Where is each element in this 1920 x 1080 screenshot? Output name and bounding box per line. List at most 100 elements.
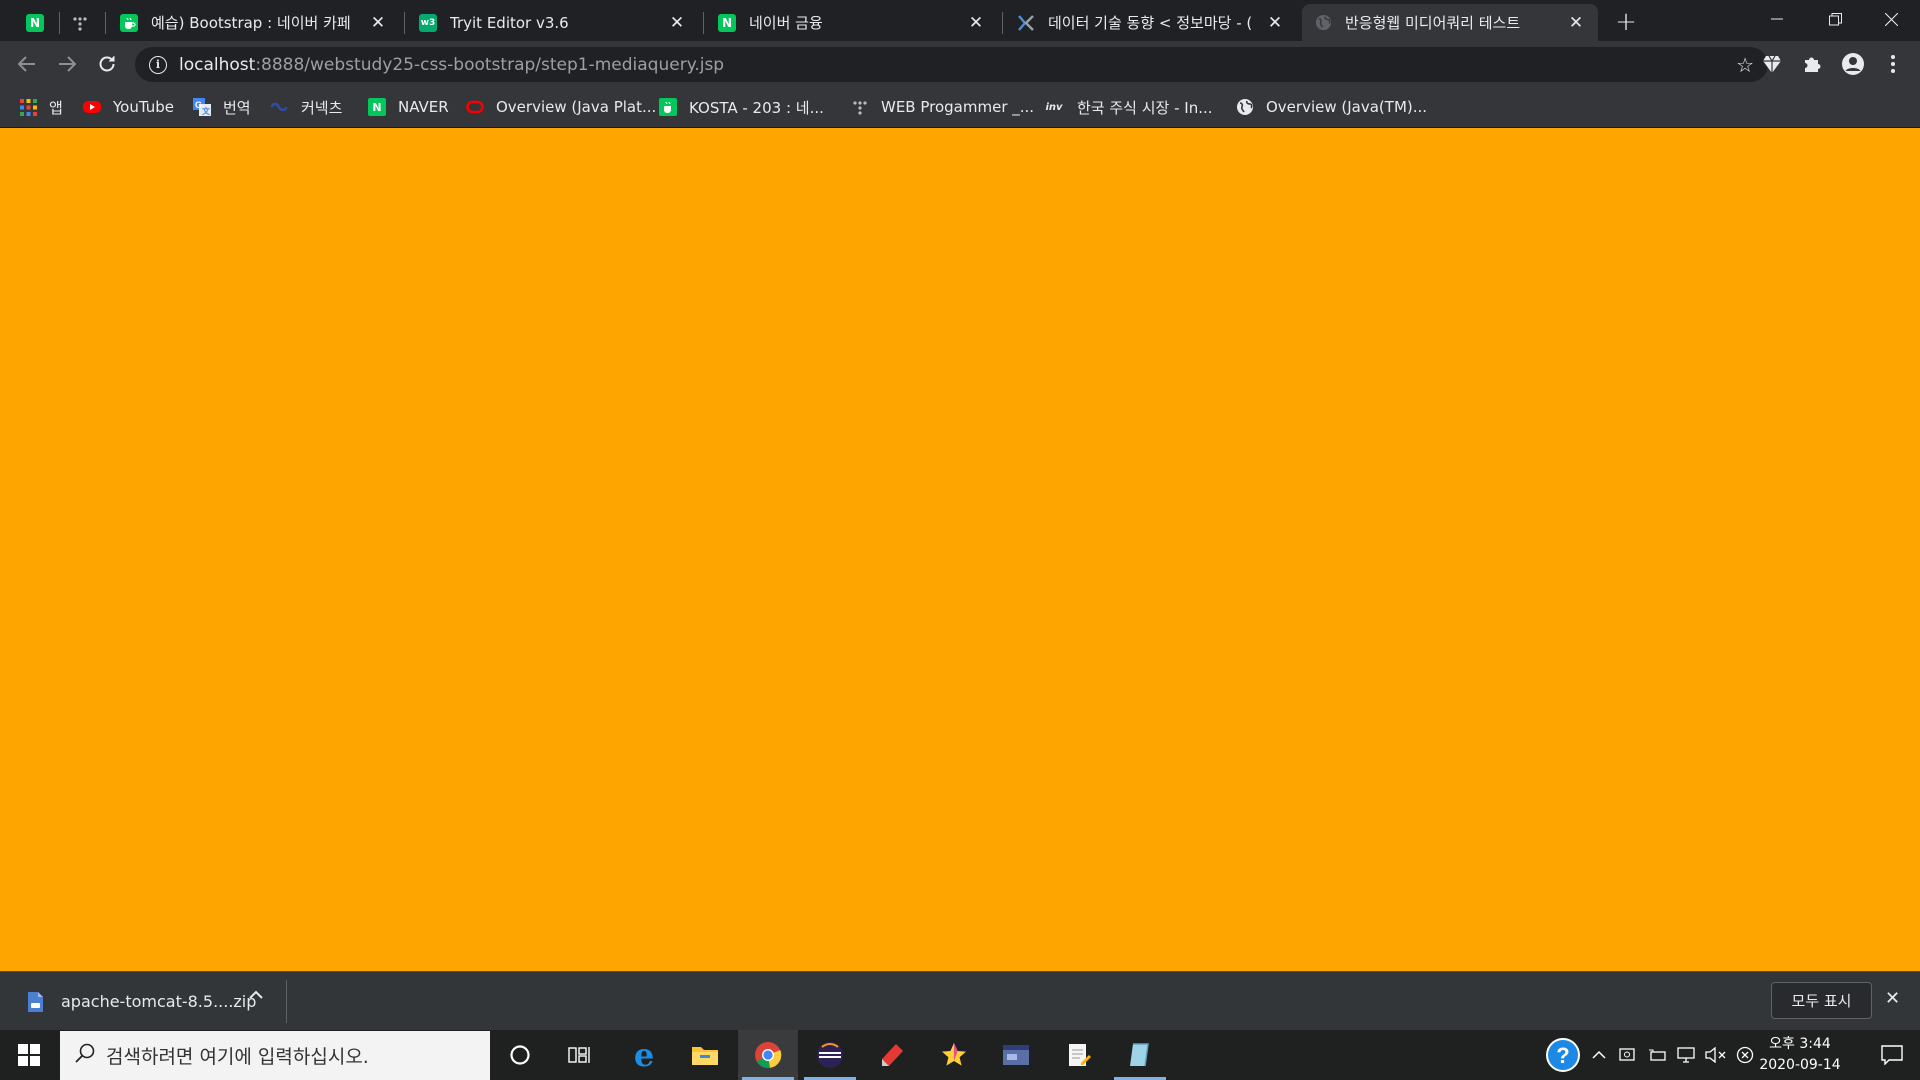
bookmark-java-platform[interactable]: Overview (Java Plat...	[466, 93, 656, 121]
svg-text:文: 文	[202, 106, 211, 116]
minimize-button[interactable]	[1748, 0, 1806, 38]
naver-cafe-icon	[659, 98, 677, 116]
task-view-icon	[568, 1047, 590, 1063]
notification-icon	[1881, 1045, 1903, 1065]
taskbar-chrome[interactable]	[738, 1030, 798, 1080]
tab-tryit-editor[interactable]: w3 Tryit Editor v3.6 ✕	[407, 4, 699, 41]
tab-separator	[404, 12, 405, 34]
taskbar-app-tablet[interactable]	[1110, 1030, 1170, 1080]
close-tab-icon[interactable]: ✕	[667, 13, 687, 33]
tray-app-icon[interactable]	[1616, 1030, 1640, 1080]
tab-separator	[59, 12, 60, 34]
search-placeholder: 검색하려면 여기에 입력하십시오.	[106, 1046, 369, 1068]
start-button[interactable]	[0, 1030, 58, 1080]
extensions-puzzle-icon[interactable]	[1796, 48, 1828, 80]
bookmark-apps[interactable]: 앱	[19, 93, 63, 121]
folder-icon	[692, 1047, 718, 1065]
download-filename[interactable]: apache-tomcat-8.5....zip	[61, 992, 256, 1011]
extension-diamond-icon[interactable]	[1756, 48, 1788, 80]
globe-icon	[1314, 14, 1332, 32]
bookmark-label: 앱	[49, 98, 63, 117]
cortana-button[interactable]	[490, 1030, 550, 1080]
download-shelf: apache-tomcat-8.5....zip 모두 표시 ✕	[0, 971, 1920, 1030]
bookmark-web-programmer[interactable]: WEB Progammer _...	[851, 93, 1034, 121]
bookmark-star-icon[interactable]: ☆	[1736, 53, 1754, 77]
network-tray-button[interactable]	[1675, 1030, 1699, 1080]
restore-button[interactable]	[1806, 0, 1864, 38]
tab-pinned-dots[interactable]	[61, 4, 99, 41]
clock-time: 오후 3:44	[1769, 1036, 1831, 1052]
tab-separator	[105, 12, 106, 34]
taskbar-app-star[interactable]	[924, 1030, 984, 1080]
action-center-button[interactable]	[1864, 1030, 1920, 1080]
naver-icon: N	[368, 98, 386, 116]
site-info-icon[interactable]: i	[149, 55, 167, 74]
tab-datatech[interactable]: 데이터 기술 동향 < 정보마당 - ( ✕	[1005, 4, 1297, 41]
taskbar-search-box[interactable]: 검색하려면 여기에 입력하십시오.	[60, 1031, 490, 1080]
zip-file-icon	[25, 991, 45, 1013]
taskbar-app-red[interactable]	[862, 1030, 922, 1080]
bookmark-translate[interactable]: G文 번역	[193, 93, 251, 121]
windows-logo-icon	[18, 1044, 40, 1066]
close-tab-icon[interactable]: ✕	[368, 13, 388, 33]
url-text[interactable]: localhost:8888/webstudy25-css-bootstrap/…	[179, 55, 724, 75]
chevron-up-icon[interactable]	[249, 988, 263, 1004]
shelf-divider	[286, 980, 287, 1023]
back-button[interactable]	[11, 48, 43, 80]
close-circle-icon	[1736, 1046, 1754, 1064]
menu-kebab-icon[interactable]	[1877, 48, 1909, 80]
close-tab-icon[interactable]: ✕	[1265, 13, 1285, 33]
taskbar-eclipse[interactable]	[800, 1030, 860, 1080]
chrome-icon	[755, 1042, 782, 1069]
volume-tray-button[interactable]	[1704, 1030, 1728, 1080]
w3schools-icon: w3	[419, 13, 437, 32]
address-bar[interactable]: i localhost:8888/webstudy25-css-bootstra…	[135, 47, 1768, 82]
tray-device-icon[interactable]	[1645, 1030, 1669, 1080]
bookmark-kosta[interactable]: KOSTA - 203 : 네...	[659, 93, 824, 121]
close-tab-icon[interactable]: ✕	[1566, 13, 1586, 33]
close-window-button[interactable]	[1862, 0, 1920, 38]
volume-muted-icon	[1705, 1047, 1726, 1063]
bookmark-label: 한국 주식 시장 - In...	[1077, 98, 1213, 117]
tab-pinned-naver[interactable]: N	[16, 4, 54, 41]
taskbar-file-explorer[interactable]	[675, 1030, 735, 1080]
bookmark-java-tm[interactable]: Overview (Java(TM)...	[1236, 93, 1427, 121]
new-tab-button[interactable]: +	[1612, 7, 1640, 37]
reload-button[interactable]	[91, 48, 123, 80]
taskbar-edge[interactable]: e	[614, 1030, 674, 1080]
bookmark-connects[interactable]: 커넥츠	[271, 93, 342, 121]
url-host: localhost	[179, 54, 256, 75]
bookmark-youtube[interactable]: YouTube	[83, 93, 174, 121]
help-tray-button[interactable]: ?	[1543, 1030, 1583, 1080]
close-shelf-icon[interactable]: ✕	[1885, 988, 1900, 1009]
status-tray-button[interactable]	[1734, 1030, 1756, 1080]
close-tab-icon[interactable]: ✕	[966, 13, 986, 33]
tab-naver-finance[interactable]: N 네이버 금융 ✕	[706, 4, 998, 41]
show-hidden-icons-button[interactable]	[1587, 1030, 1611, 1080]
dots-icon	[851, 98, 869, 116]
forward-button[interactable]	[51, 48, 83, 80]
tray-monitor-icon	[1619, 1048, 1635, 1061]
bookmarks-bar: 앱 YouTube G文 번역 커넥츠 N NAVER Overview (Ja…	[0, 87, 1920, 128]
tab-naver-cafe[interactable]: 예습) Bootstrap : 네이버 카페 ✕	[108, 4, 400, 41]
bookmark-investing[interactable]: inv 한국 주식 시장 - In...	[1043, 93, 1213, 121]
profile-avatar-icon[interactable]	[1837, 48, 1869, 80]
connects-icon	[271, 98, 289, 116]
show-all-downloads-button[interactable]: 모두 표시	[1771, 982, 1872, 1019]
page-content	[0, 128, 1920, 971]
tab-title: 예습) Bootstrap : 네이버 카페	[151, 14, 351, 32]
google-translate-icon: G文	[193, 98, 211, 116]
task-view-button[interactable]	[550, 1030, 610, 1080]
bookmark-naver[interactable]: N NAVER	[368, 93, 449, 121]
dots-icon	[71, 14, 89, 32]
bookmark-label: 커넥츠	[301, 98, 343, 117]
taskbar-clock[interactable]: 오후 3:44 2020-09-14	[1756, 1034, 1844, 1076]
naver-cafe-icon	[120, 13, 138, 32]
taskbar-app-blue[interactable]	[986, 1030, 1046, 1080]
bookmark-label: KOSTA - 203 : 네...	[689, 98, 824, 117]
apps-grid-icon	[19, 98, 37, 116]
clock-date: 2020-09-14	[1759, 1057, 1841, 1073]
chevron-up-icon	[1592, 1050, 1606, 1059]
tab-active-mediaquery[interactable]: 반응형웹 미디어쿼리 테스트 ✕	[1302, 4, 1598, 41]
taskbar-app-notepad[interactable]	[1048, 1030, 1108, 1080]
